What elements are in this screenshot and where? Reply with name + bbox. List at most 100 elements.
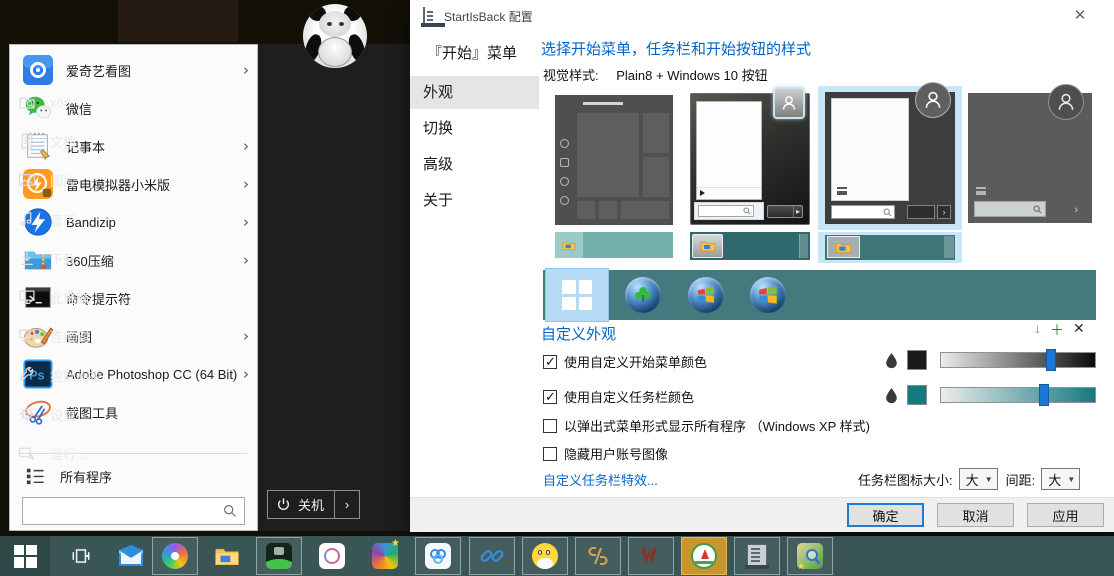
export-scheme-icon[interactable]: ↓	[1034, 320, 1041, 340]
start-menu-search-box[interactable]	[22, 497, 245, 525]
checkbox[interactable]	[543, 419, 557, 433]
icon-size-dropdown[interactable]: 大 ▼	[959, 468, 998, 490]
blue-loops-app-button[interactable]	[415, 537, 461, 575]
taskbar-color-swatch[interactable]	[907, 385, 927, 405]
user-picture-badge	[773, 87, 805, 119]
tab-switching[interactable]: 切换	[410, 112, 539, 145]
chevron-down-icon: ▼	[985, 475, 993, 484]
browser-icon	[162, 543, 188, 569]
connect-to-icon	[17, 326, 37, 346]
submenu-chevron-icon: ›	[243, 175, 249, 193]
place-item-user-folder[interactable]: x6d	[17, 86, 149, 118]
place-item-this-pc[interactable]: 此电脑	[17, 281, 149, 313]
remove-scheme-icon[interactable]: ✕	[1073, 320, 1085, 340]
option-hide-user-picture[interactable]: 隐藏用户账号图像	[543, 444, 668, 463]
place-label: x6d	[50, 95, 71, 110]
taskbar-preview-aero[interactable]	[690, 232, 810, 260]
place-label: 图片	[50, 171, 76, 190]
customize-taskbar-fx-link[interactable]: 自定义任务栏特效...	[543, 470, 658, 489]
style-preview-plain-dark[interactable]: ›	[968, 93, 1092, 223]
colorful-tools-icon	[372, 543, 398, 569]
spacing-dropdown[interactable]: 大 ▼	[1041, 468, 1080, 490]
checkbox[interactable]	[543, 355, 557, 369]
orange-logo-app-button[interactable]	[575, 537, 621, 575]
map-tools-app-button[interactable]	[787, 537, 833, 575]
dialog-footer: 确定 取消 应用	[410, 497, 1114, 532]
orange-logo-icon	[586, 544, 610, 568]
droplet-icon	[885, 387, 898, 404]
red-w-app-button[interactable]	[628, 537, 674, 575]
tab-appearance[interactable]: 外观	[410, 76, 539, 109]
place-item-downloads[interactable]: 下载	[17, 242, 149, 274]
search-input[interactable]	[23, 499, 223, 523]
task-view-icon	[70, 545, 92, 567]
cancel-button[interactable]: 取消	[937, 503, 1014, 527]
submenu-chevron-icon: ›	[243, 61, 249, 79]
option-xp-style-all-programs[interactable]: 以弹出式菜单形式显示所有程序 （Windows XP 样式)	[543, 416, 870, 435]
place-item-settings[interactable]: 设置	[17, 398, 149, 430]
style-preview-aero[interactable]: ▸	[690, 93, 810, 225]
start-menu-color-slider[interactable]	[940, 352, 1096, 368]
taskbar-color-slider-handle[interactable]	[1039, 384, 1049, 406]
file-explorer-icon	[214, 546, 240, 567]
colorful-tools-app-button[interactable]	[362, 537, 408, 575]
taskbar-preview-plain[interactable]	[825, 235, 955, 260]
checkbox[interactable]	[543, 390, 557, 404]
place-item-pictures[interactable]: 图片	[17, 164, 149, 196]
orange-badge-app-button[interactable]	[681, 537, 727, 575]
taskbar	[0, 536, 1114, 576]
file-explorer-button[interactable]	[204, 537, 250, 575]
dialog-titlebar: StartIsBack 配置 ✕	[410, 0, 1114, 30]
visual-style-value: Plain8 + Windows 10 按钮	[616, 68, 767, 83]
taskbar-color-slider[interactable]	[940, 387, 1096, 403]
option-custom-taskbar-color[interactable]: 使用自定义任务栏颜色	[543, 387, 694, 406]
tab-advanced[interactable]: 高级	[410, 148, 539, 181]
add-scheme-icon[interactable]: ＋	[1050, 320, 1064, 340]
this-pc-icon	[17, 287, 37, 307]
spacing-label: 间距:	[1006, 470, 1036, 489]
place-item-connect-to[interactable]: 连接到	[17, 320, 149, 352]
white-ring-app-button[interactable]	[309, 537, 355, 575]
tab-about[interactable]: 关于	[410, 184, 539, 217]
browser-app-button[interactable]	[152, 537, 198, 575]
folder-icon	[562, 240, 576, 251]
shutdown-button[interactable]: 关机 ›	[267, 490, 360, 519]
shamrock-icon	[633, 285, 653, 305]
startisback-app-icon	[747, 544, 767, 568]
chick-app-button[interactable]	[522, 537, 568, 575]
start-button-win7-orb[interactable]	[688, 277, 724, 313]
start-button-vista-orb[interactable]	[750, 277, 786, 313]
dialog-title: StartIsBack 配置	[444, 8, 533, 25]
place-item-documents[interactable]: 文档	[17, 125, 149, 157]
taskbar-preview-win10[interactable]	[555, 232, 673, 258]
mail-app-button[interactable]	[108, 537, 154, 575]
downloads-icon	[17, 248, 37, 268]
page-title: 选择开始菜单，任务栏和开始按钮的样式	[541, 38, 811, 59]
option-label: 使用自定义任务栏颜色	[564, 387, 694, 406]
style-preview-plain-selected[interactable]: ›	[825, 92, 955, 224]
startisback-app-icon	[423, 8, 425, 26]
program-item[interactable]: 爱奇艺看图 ›	[10, 51, 257, 89]
start-menu-color-swatch[interactable]	[907, 350, 927, 370]
startisback-taskbar-button[interactable]	[734, 537, 780, 575]
option-custom-start-menu-color[interactable]: 使用自定义开始菜单颜色	[543, 352, 707, 371]
green-app-button[interactable]	[256, 537, 302, 575]
start-button-clover-orb[interactable]	[625, 277, 661, 313]
link-app-button[interactable]	[469, 537, 515, 575]
user-avatar[interactable]	[303, 4, 367, 68]
icon-size-label: 任务栏图标大小:	[858, 470, 953, 489]
start-menu-color-slider-handle[interactable]	[1046, 349, 1056, 371]
task-view-button[interactable]	[58, 537, 104, 575]
place-item-music[interactable]: 音乐	[17, 203, 149, 235]
place-item-control-panel[interactable]: 控制面板	[17, 359, 149, 391]
place-item-run[interactable]: 运行...	[17, 437, 149, 469]
checkbox[interactable]	[543, 447, 557, 461]
start-button[interactable]	[0, 536, 50, 576]
apply-button[interactable]: 应用	[1027, 503, 1104, 527]
close-icon[interactable]: ✕	[1070, 6, 1090, 26]
shutdown-options-arrow[interactable]: ›	[334, 491, 359, 518]
start-button-win10-selected[interactable]	[545, 268, 609, 322]
style-preview-win10[interactable]	[555, 95, 673, 225]
blue-loops-app-icon	[425, 543, 451, 569]
ok-button[interactable]: 确定	[847, 503, 924, 527]
